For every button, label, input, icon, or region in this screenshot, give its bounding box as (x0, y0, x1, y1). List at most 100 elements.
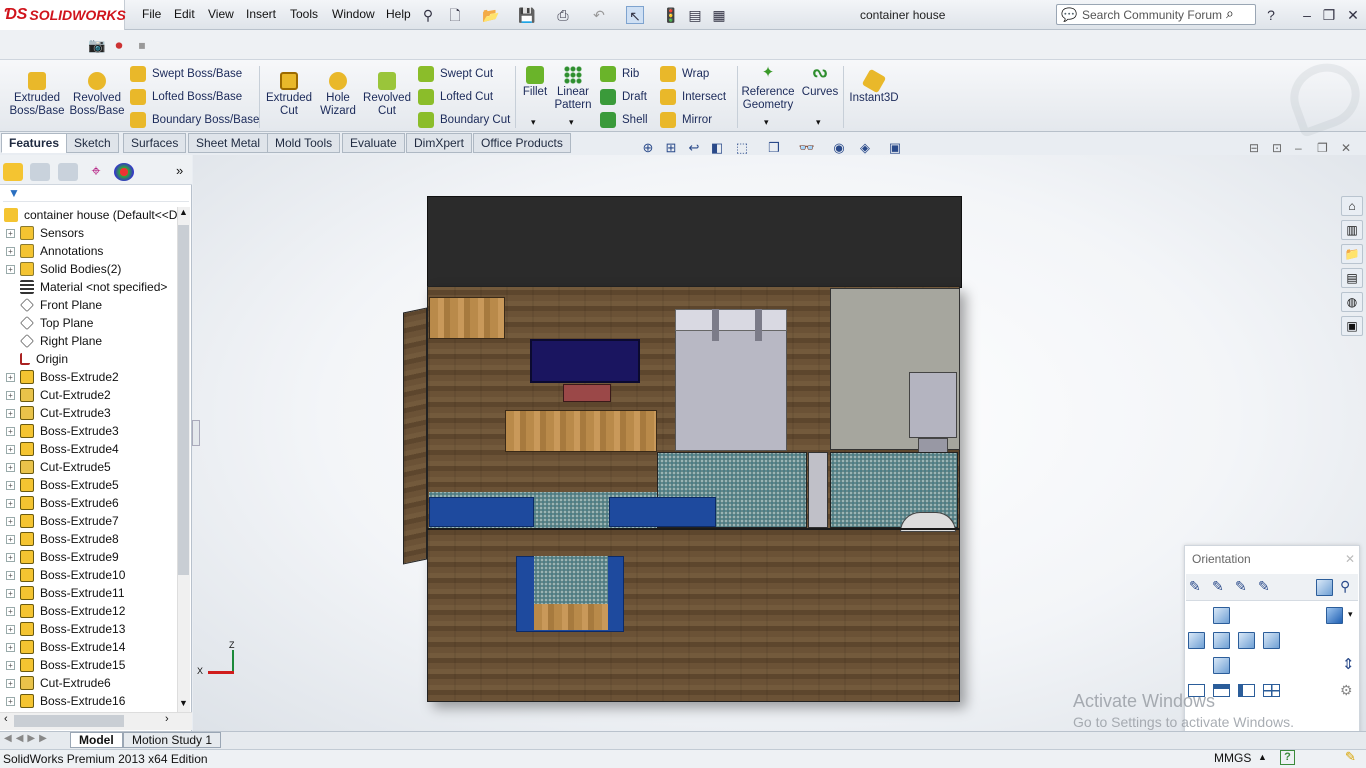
expand-icon[interactable]: + (6, 624, 15, 634)
tree-item-solid-bodies-2[interactable]: + Solid Bodies(2) (0, 260, 180, 278)
tree-item-top-plane[interactable]: +Top Plane (0, 314, 180, 332)
normal-to-icon[interactable]: ⇕ (1342, 655, 1355, 673)
camera-icon[interactable]: 📷 (88, 36, 106, 54)
tree-item-boss-extrude16[interactable]: + Boss-Extrude16 (0, 692, 180, 710)
top-view-icon[interactable] (1213, 607, 1230, 624)
tree-item-boss-extrude4[interactable]: + Boss-Extrude4 (0, 440, 180, 458)
tab-evaluate[interactable]: Evaluate (342, 133, 405, 153)
tree-item-boss-extrude10[interactable]: + Boss-Extrude10 (0, 566, 180, 584)
units-selector[interactable]: MMGS (1214, 751, 1251, 765)
expand-icon[interactable]: + (6, 552, 15, 562)
custom-properties-icon[interactable]: ▣ (1341, 316, 1363, 336)
section-view-icon[interactable]: ◧ (708, 140, 726, 156)
tree-item-boss-extrude14[interactable]: + Boss-Extrude14 (0, 638, 180, 656)
zoom-to-fit-icon[interactable]: ⊕ (639, 140, 657, 156)
search-icon[interactable]: ⌕ (1226, 5, 1234, 22)
propertymanager-icon[interactable] (30, 163, 50, 181)
expand-icon[interactable]: + (6, 498, 15, 508)
lofted-cut-button[interactable]: Lofted Cut (418, 89, 493, 105)
new-view-icon[interactable]: ✎ (1212, 578, 1224, 595)
stop-icon[interactable]: ⏹ (133, 36, 151, 54)
scroll-up-icon[interactable]: ▲ (179, 207, 188, 217)
hide-show-items-icon[interactable]: 👓 (798, 140, 816, 156)
new-document-icon[interactable]: 🗋 (446, 6, 464, 24)
tab-mold-tools[interactable]: Mold Tools (267, 133, 341, 153)
expand-icon[interactable]: + (6, 462, 15, 472)
menu-help[interactable]: Help (386, 7, 411, 21)
scroll-left-icon[interactable]: ‹ (4, 713, 8, 725)
menu-view[interactable]: View (208, 7, 234, 21)
tree-item-material-not-specified[interactable]: +Material <not specified> (0, 278, 180, 296)
tree-item-right-plane[interactable]: +Right Plane (0, 332, 180, 350)
instant3d-button[interactable]: Instant3D (846, 68, 902, 105)
panel-splitter-handle[interactable] (192, 420, 200, 446)
tab-motion-study[interactable]: Motion Study 1 (123, 732, 222, 748)
expand-icon[interactable]: + (6, 444, 15, 454)
intersect-button[interactable]: Intersect (660, 89, 726, 105)
expand-icon[interactable]: + (6, 246, 15, 256)
expand-icon[interactable]: + (6, 696, 15, 706)
tree-item-boss-extrude13[interactable]: + Boss-Extrude13 (0, 620, 180, 638)
pin-orientation-icon[interactable]: ✎ (1189, 578, 1201, 595)
tree-item-boss-extrude7[interactable]: + Boss-Extrude7 (0, 512, 180, 530)
expand-icon[interactable]: + (6, 228, 15, 238)
curves-dropdown-icon[interactable]: ▾ (816, 117, 821, 128)
tree-root-part[interactable]: container house (Default<<D (0, 206, 180, 224)
solidworks-resources-icon[interactable]: ⌂ (1341, 196, 1363, 216)
tab-dimxpert[interactable]: DimXpert (406, 133, 473, 153)
right-view-icon[interactable] (1238, 632, 1255, 649)
close-window-icon[interactable]: ✕ (1344, 6, 1362, 24)
extruded-boss-button[interactable]: Extruded Boss/Base (8, 72, 66, 118)
expand-icon[interactable]: + (6, 678, 15, 688)
featuremanager-tree-icon[interactable] (3, 163, 23, 181)
scroll-right-icon[interactable]: › (165, 713, 169, 725)
rebuild-icon[interactable]: 🚦 (662, 6, 680, 24)
tree-item-origin[interactable]: +Origin (0, 350, 180, 368)
tree-item-boss-extrude9[interactable]: + Boss-Extrude9 (0, 548, 180, 566)
back-view-icon[interactable] (1263, 632, 1280, 649)
select-arrow-icon[interactable]: ↖ (626, 6, 644, 24)
tree-item-boss-extrude8[interactable]: + Boss-Extrude8 (0, 530, 180, 548)
expand-icon[interactable]: + (6, 264, 15, 274)
filter-bar[interactable] (3, 187, 189, 202)
tree-hscroll-thumb[interactable] (14, 715, 124, 727)
tab-office-products[interactable]: Office Products (473, 133, 571, 153)
tree-item-boss-extrude6[interactable]: + Boss-Extrude6 (0, 494, 180, 512)
tab-surfaces[interactable]: Surfaces (123, 133, 187, 153)
restore-window-icon[interactable]: ❐ (1320, 6, 1338, 24)
boundary-cut-button[interactable]: Boundary Cut (418, 112, 510, 128)
design-library-icon[interactable]: ▥ (1341, 220, 1363, 240)
expand-icon[interactable]: + (6, 426, 15, 436)
left-view-icon[interactable] (1188, 632, 1205, 649)
display-manager-icon[interactable] (114, 163, 134, 181)
apply-scene-icon[interactable]: ◈ (856, 140, 874, 156)
view-palette-icon[interactable]: ▤ (1341, 268, 1363, 288)
scroll-down-icon[interactable]: ▼ (179, 698, 188, 708)
swept-cut-button[interactable]: Swept Cut (418, 66, 493, 82)
rib-button[interactable]: Rib (600, 66, 639, 82)
expand-icon[interactable]: + (6, 516, 15, 526)
reset-views-icon[interactable]: ✎ (1258, 578, 1270, 595)
four-view-icon[interactable] (1263, 684, 1280, 697)
menu-insert[interactable]: Insert (246, 7, 276, 21)
doc-close-icon[interactable]: ✕ (1341, 141, 1351, 155)
tree-item-boss-extrude11[interactable]: + Boss-Extrude11 (0, 584, 180, 602)
record-icon[interactable]: ⏺ (110, 36, 128, 54)
tree-item-boss-extrude2[interactable]: + Boss-Extrude2 (0, 368, 180, 386)
tab-features[interactable]: Features (1, 133, 68, 153)
expand-icon[interactable]: + (6, 642, 15, 652)
tab-sketch[interactable]: Sketch (66, 133, 119, 153)
curves-button[interactable]: ᔓ Curves (800, 65, 840, 99)
undo-icon[interactable]: ↶ (590, 6, 608, 24)
view-selector-icon[interactable] (1316, 579, 1333, 596)
expand-icon[interactable]: + (6, 372, 15, 382)
file-properties-icon[interactable]: ▤ (686, 6, 704, 24)
revolved-cut-button[interactable]: Revolved Cut (362, 72, 412, 118)
tree-item-cut-extrude2[interactable]: + Cut-Extrude2 (0, 386, 180, 404)
solidworks-logo[interactable]: ƊS SOLIDWORKS (0, 0, 126, 30)
expand-icon[interactable]: + (6, 534, 15, 544)
isometric-view-icon[interactable] (1326, 607, 1343, 624)
expand-icon[interactable]: + (6, 588, 15, 598)
draft-button[interactable]: Draft (600, 89, 647, 105)
linear-pattern-button[interactable]: Linear Pattern (552, 66, 594, 112)
